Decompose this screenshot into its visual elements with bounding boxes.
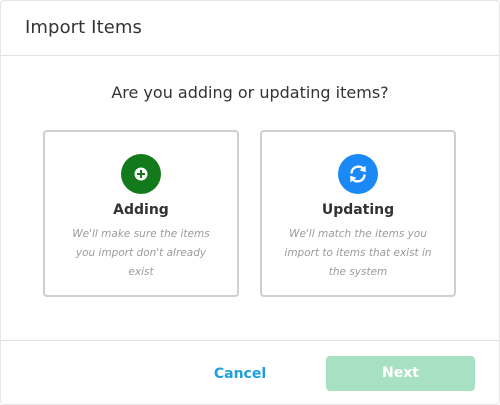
updating-option-card[interactable]: Updating We'll match the items you impor…: [260, 130, 456, 297]
adding-option-card[interactable]: Adding We'll make sure the items you imp…: [43, 130, 239, 297]
dialog-question: Are you adding or updating items?: [111, 83, 389, 102]
dialog-header: Import Items: [1, 1, 499, 56]
cancel-button[interactable]: Cancel: [195, 357, 285, 391]
dialog-title: Import Items: [25, 17, 143, 38]
adding-label: Adding: [113, 202, 169, 218]
dialog-footer: Cancel Next: [1, 340, 499, 404]
plus-circle-icon: [121, 154, 161, 194]
import-items-dialog: Import Items Are you adding or updating …: [0, 0, 500, 405]
adding-description: We'll make sure the items you import don…: [72, 228, 210, 278]
updating-description: We'll match the items you import to item…: [284, 228, 432, 278]
next-button[interactable]: Next: [326, 356, 475, 391]
updating-label: Updating: [321, 202, 395, 218]
refresh-icon: [338, 154, 378, 194]
